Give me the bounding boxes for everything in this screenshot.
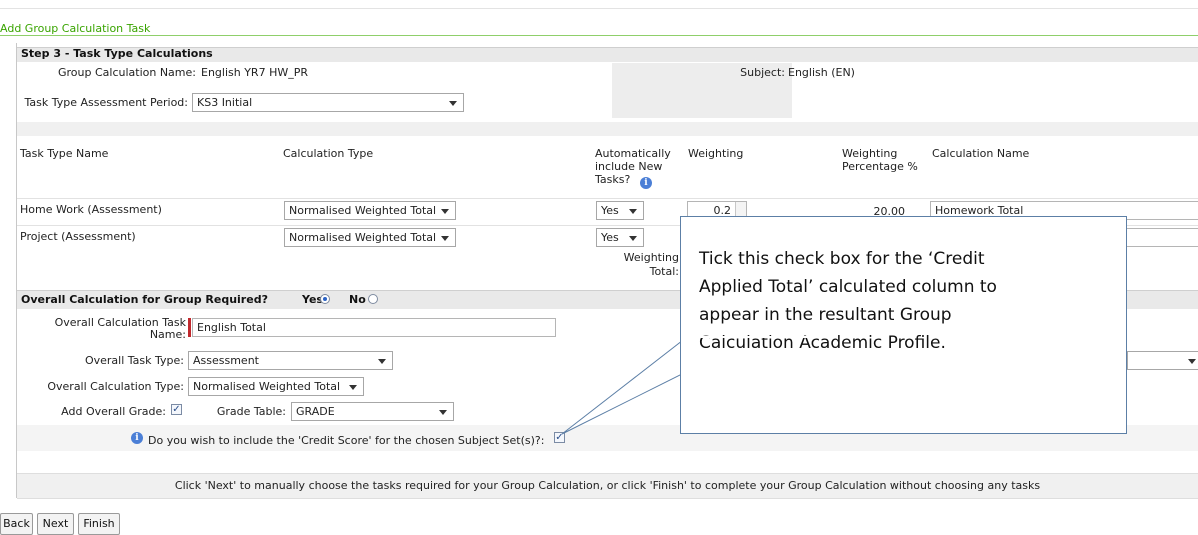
overall-task-name-input[interactable]: English Total (192, 318, 556, 337)
overall-yes-radio[interactable] (320, 294, 330, 304)
add-grade-label: Add Overall Grade: (61, 405, 166, 418)
weighting-total-label: Weighting Total: (623, 251, 679, 278)
panel-title: Add Group Calculation Task (0, 22, 151, 35)
chevron-down-icon (1188, 359, 1196, 364)
calc-type-select[interactable]: Normalised Weighted Total (284, 201, 456, 220)
calc-type-select[interactable]: Normalised Weighted Total (284, 228, 456, 247)
step-title: Step 3 - Task Type Calculations (21, 47, 213, 60)
overall-calc-type-select[interactable]: Normalised Weighted Total (188, 377, 364, 396)
auto-include-select[interactable]: Yes (596, 228, 644, 247)
required-marker (188, 318, 191, 337)
col-weighting-pct: Weighting Percentage % (842, 147, 918, 173)
col-calculation-type: Calculation Type (283, 147, 374, 160)
title-underline (0, 35, 1198, 36)
overall-header: Overall Calculation for Group Required? (21, 293, 268, 306)
callout-line: Tick this check box for the ‘Credit (699, 249, 985, 269)
chevron-down-icon (441, 209, 449, 214)
subject-label: Subject: (740, 66, 785, 79)
task-type-name: Project (Assessment) (20, 230, 136, 243)
info-icon[interactable]: i (640, 177, 652, 189)
callout-seam (697, 336, 817, 338)
credit-question: Do you wish to include the 'Credit Score… (148, 434, 545, 447)
callout-line: appear in the resultant Group (699, 305, 952, 325)
chevron-down-icon (378, 359, 386, 364)
right-select-partial[interactable] (1127, 351, 1198, 370)
group-calc-label: Group Calculation Name: (57, 66, 196, 79)
assessment-period-label: Task Type Assessment Period: (24, 96, 189, 109)
callout-line: Applied Total’ calculated column to (699, 277, 997, 297)
group-calc-value: English YR7 HW_PR (201, 66, 308, 79)
chevron-down-icon (629, 236, 637, 241)
assessment-period-value: KS3 Initial (197, 96, 253, 109)
overall-task-type-select[interactable]: Assessment (188, 351, 393, 370)
overall-no-label: No (349, 293, 366, 306)
chevron-down-icon (449, 101, 457, 106)
overall-calc-type-label: Overall Calculation Type: (47, 380, 184, 393)
auto-include-select[interactable]: Yes (596, 201, 644, 220)
task-type-name: Home Work (Assessment) (20, 203, 162, 216)
chevron-down-icon (441, 236, 449, 241)
annotation-callout: Tick this check box for the ‘Credit Appl… (680, 216, 1127, 434)
footer-note: Click 'Next' to manually choose the task… (174, 479, 1041, 492)
info-icon[interactable]: i (131, 432, 143, 444)
calculation-name-input[interactable] (1126, 228, 1198, 247)
col-task-type-name: Task Type Name (20, 147, 109, 160)
spacer-band (17, 122, 1198, 136)
chevron-down-icon (629, 209, 637, 214)
overall-task-type-label: Overall Task Type: (84, 354, 184, 367)
back-button[interactable]: Back (0, 513, 33, 535)
col-weighting: Weighting (688, 147, 744, 160)
finish-button[interactable]: Finish (78, 513, 120, 535)
top-divider (0, 8, 1198, 9)
next-button[interactable]: Next (37, 513, 74, 535)
assessment-period-select[interactable]: KS3 Initial (192, 93, 464, 112)
grade-table-select[interactable]: GRADE (291, 402, 454, 421)
subject-value: English (EN) (788, 66, 855, 79)
chevron-down-icon (349, 385, 357, 390)
add-grade-checkbox[interactable]: ✓ (171, 404, 182, 415)
grade-table-label: Grade Table: (216, 405, 286, 418)
col-calculation-name: Calculation Name (932, 147, 1030, 160)
col-auto-include: Automatically include New Tasks? (595, 147, 671, 186)
overall-task-name-label: Overall Calculation Task Name: (54, 316, 186, 341)
callout-line: Calculation Academic Profile. (699, 333, 946, 353)
overall-no-radio[interactable] (368, 294, 378, 304)
chevron-down-icon (439, 410, 447, 415)
